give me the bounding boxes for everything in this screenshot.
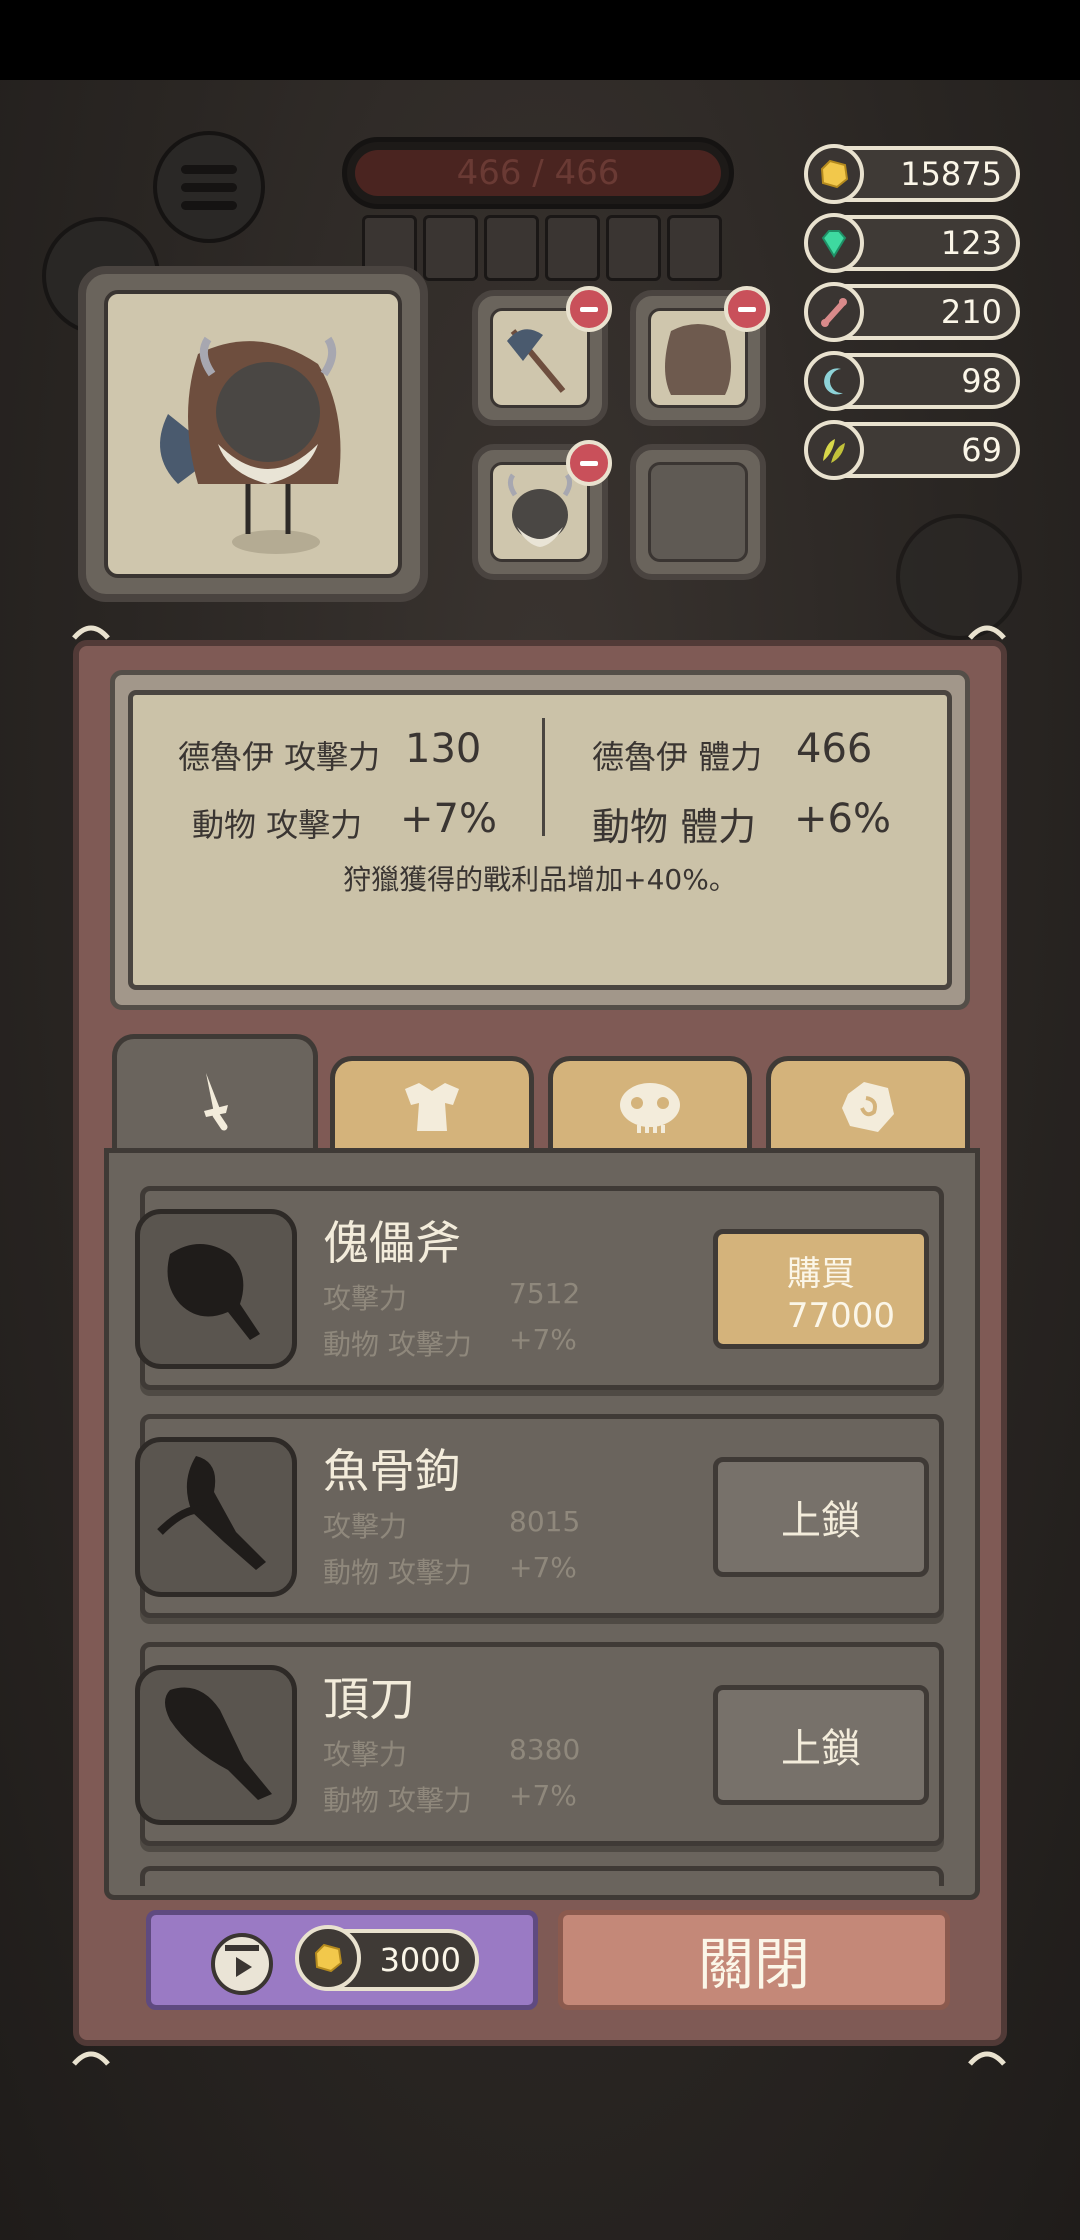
lock-button[interactable]: 上鎖 xyxy=(713,1685,929,1805)
item-animal-attack-value: +7% xyxy=(509,1323,577,1356)
druid-hp-label: 德魯伊 體力 xyxy=(592,738,763,776)
moon-claw-counter: 98 xyxy=(804,351,1020,411)
ad-reward-amount: 3000 xyxy=(379,1941,461,1979)
gem-counter: 123 xyxy=(804,213,1020,273)
moon-claw-value: 98 xyxy=(961,362,1002,400)
character-image xyxy=(104,290,402,578)
item-attack-label: 攻擊力 xyxy=(323,1738,408,1771)
bone-icon xyxy=(804,282,864,342)
animal-hp-value: +6% xyxy=(794,796,891,842)
item-animal-attack-value: +7% xyxy=(509,1551,577,1584)
price-value: 77000 xyxy=(786,1296,896,1336)
fishbone-hook-icon xyxy=(135,1437,297,1597)
tab-rune[interactable] xyxy=(766,1056,970,1152)
corner-ornament xyxy=(968,625,1006,640)
gold-icon xyxy=(804,144,864,204)
club-blade-icon xyxy=(135,1665,297,1825)
gold-value: 15875 xyxy=(900,155,1002,193)
gem-value: 123 xyxy=(940,224,1002,262)
tab-mask[interactable] xyxy=(548,1056,752,1152)
list-item[interactable]: 魚骨鉤 攻擊力 8015 動物 攻擊力 +7% 上鎖 xyxy=(135,1414,944,1618)
equipped-armor-slot[interactable] xyxy=(630,286,770,426)
menu-button[interactable] xyxy=(153,131,265,243)
item-name: 頂刀 xyxy=(323,1672,415,1726)
corner-ornament xyxy=(968,2051,1006,2066)
moon-claw-icon xyxy=(804,351,864,411)
equipped-mask-slot[interactable] xyxy=(472,440,612,580)
item-attack-value: 8015 xyxy=(509,1505,581,1538)
moon-claw-icon xyxy=(754,1301,771,1332)
stat-divider xyxy=(542,718,545,836)
leaf-counter: 69 xyxy=(804,420,1020,480)
list-item-peek xyxy=(140,1866,944,1886)
tab-weapon[interactable] xyxy=(112,1034,318,1158)
close-button[interactable]: 關閉 xyxy=(558,1910,950,2010)
leaf-icon xyxy=(804,420,864,480)
leaf-value: 69 xyxy=(961,431,1002,469)
status-bar xyxy=(0,0,1080,80)
item-animal-attack-label: 動物 攻擊力 xyxy=(323,1784,472,1817)
druid-hp-value: 466 xyxy=(796,726,873,772)
party-slot[interactable] xyxy=(667,215,722,281)
item-animal-attack-label: 動物 攻擊力 xyxy=(323,1328,472,1361)
animal-hp-label: 動物 體力 xyxy=(592,805,757,849)
lock-button[interactable]: 上鎖 xyxy=(713,1457,929,1577)
druid-attack-value: 130 xyxy=(405,726,482,772)
armor-icon xyxy=(405,1082,459,1131)
party-slot[interactable] xyxy=(545,215,600,281)
item-attack-value: 7512 xyxy=(509,1277,581,1310)
bone-value: 210 xyxy=(940,293,1002,331)
item-animal-attack-value: +7% xyxy=(509,1779,577,1812)
gold-icon xyxy=(295,1925,361,1991)
bone-counter: 210 xyxy=(804,282,1020,342)
watch-ad-button[interactable]: 3000 xyxy=(146,1910,538,2010)
rune-stone-icon xyxy=(842,1081,894,1132)
corner-ornament xyxy=(72,625,110,640)
gem-icon xyxy=(804,213,864,273)
list-item[interactable]: 頂刀 攻擊力 8380 動物 攻擊力 +7% 上鎖 xyxy=(135,1642,944,1846)
item-attack-value: 8380 xyxy=(509,1733,581,1766)
party-slot[interactable] xyxy=(606,215,661,281)
character-portrait xyxy=(78,266,428,602)
golem-axe-icon xyxy=(135,1209,297,1369)
loot-bonus-note: 狩獵獲得的戰利品增加+40%。 xyxy=(343,863,737,896)
animal-attack-value: +7% xyxy=(400,796,497,842)
item-attack-label: 攻擊力 xyxy=(323,1282,408,1315)
tab-armor[interactable] xyxy=(330,1056,534,1152)
hp-text: 466 / 466 xyxy=(456,153,620,193)
corner-ornament xyxy=(72,2051,110,2066)
item-attack-label: 攻擊力 xyxy=(323,1510,408,1543)
unequip-weapon-button[interactable] xyxy=(566,286,612,332)
hp-bar: 466 / 466 xyxy=(342,137,734,209)
buy-label: 購買 xyxy=(787,1254,855,1294)
list-item[interactable]: 傀儡斧 攻擊力 7512 動物 攻擊力 +7% 購買 77000 xyxy=(135,1186,944,1390)
animal-attack-label: 動物 攻擊力 xyxy=(192,806,363,844)
empty-slot xyxy=(648,462,748,562)
empty-equipment-slot[interactable] xyxy=(630,444,766,580)
item-animal-attack-label: 動物 攻擊力 xyxy=(323,1556,472,1589)
druid-attack-label: 德魯伊 攻擊力 xyxy=(178,738,381,776)
unequip-armor-button[interactable] xyxy=(724,286,770,332)
item-name: 魚骨鉤 xyxy=(323,1444,461,1498)
ad-reward-pill: 3000 xyxy=(295,1925,479,1991)
mask-icon xyxy=(620,1082,680,1133)
party-slot[interactable] xyxy=(423,215,478,281)
play-video-icon xyxy=(211,1933,273,1995)
sword-icon xyxy=(204,1072,228,1130)
unequip-mask-button[interactable] xyxy=(566,440,612,486)
item-name: 傀儡斧 xyxy=(323,1216,461,1270)
equipped-weapon-slot[interactable] xyxy=(472,286,612,426)
gold-counter: 15875 xyxy=(804,144,1020,204)
party-slot[interactable] xyxy=(484,215,539,281)
buy-button[interactable]: 購買 77000 xyxy=(713,1229,929,1349)
buy-price: 77000 xyxy=(718,1296,924,1336)
